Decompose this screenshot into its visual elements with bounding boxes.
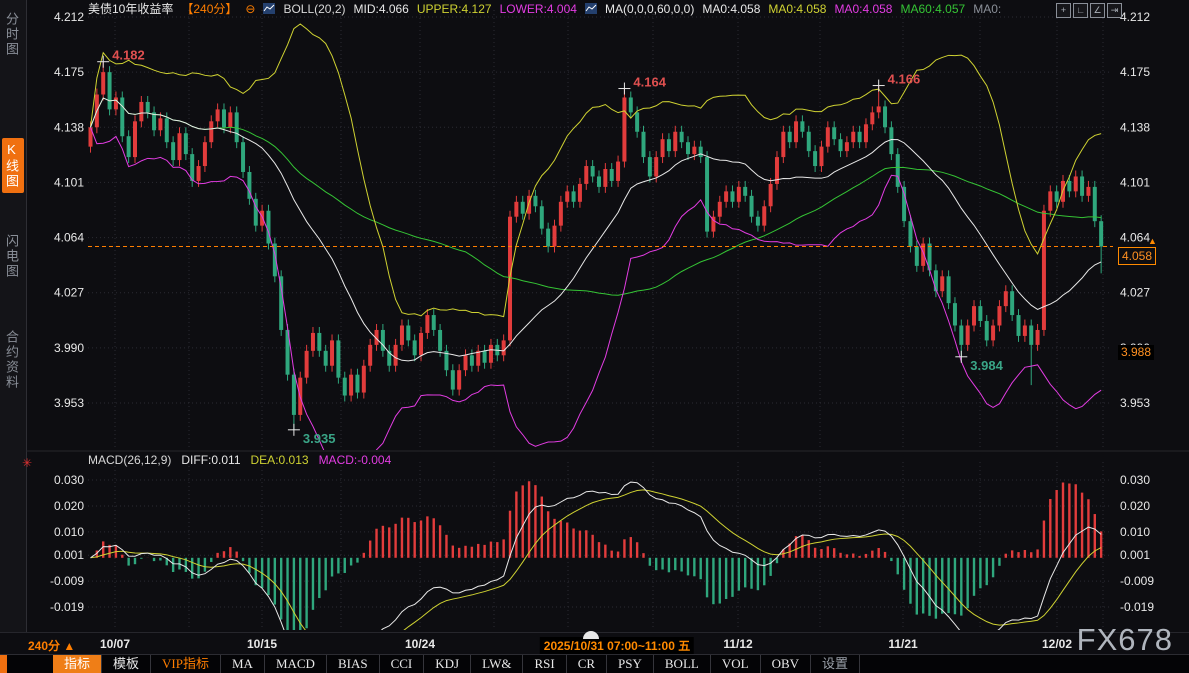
price-up-arrow-icon: ▲	[1148, 236, 1157, 246]
ma0-magenta-value: MA0:4.058	[834, 2, 892, 16]
svg-text:4.064: 4.064	[54, 231, 84, 245]
ma-indicator-icon	[585, 3, 597, 14]
svg-text:-0.019: -0.019	[1120, 600, 1154, 614]
svg-text:4.166: 4.166	[888, 72, 921, 87]
toolbar-item-2[interactable]: VIP指标	[151, 655, 221, 673]
svg-text:4.064: 4.064	[1120, 231, 1150, 245]
secondary-price-badge: 3.988	[1118, 345, 1154, 360]
svg-text:0.030: 0.030	[54, 473, 84, 487]
chart-application: 分时图K线图闪电图合约资料 4.2124.2124.1754.1754.1384…	[0, 0, 1189, 673]
toolbar-item-12[interactable]: BOLL	[654, 655, 711, 673]
detach-icon[interactable]: ⇥	[1107, 3, 1122, 18]
sidebar-tab-2[interactable]: 闪电图	[2, 230, 24, 283]
sidebar-tab-3[interactable]: 合约资料	[2, 326, 24, 394]
svg-text:3.935: 3.935	[303, 431, 336, 446]
svg-text:-0.019: -0.019	[50, 600, 84, 614]
svg-text:4.212: 4.212	[1120, 10, 1150, 24]
svg-text:4.212: 4.212	[54, 10, 84, 24]
ma0-gray-label: MA0:	[973, 2, 1001, 16]
time-label: 10/07	[100, 637, 130, 651]
svg-text:3.953: 3.953	[1120, 396, 1150, 410]
time-label: 10/24	[405, 637, 435, 651]
page-title: 美债10年收益率	[88, 0, 173, 17]
indicator-header: 美债10年收益率 【240分】 ⊖ BOLL(20,2) MID:4.066 U…	[88, 1, 1001, 16]
sidebar-tab-1[interactable]: K线图	[2, 138, 24, 193]
macd-value: MACD:-0.004	[319, 453, 392, 467]
svg-text:4.101: 4.101	[1120, 175, 1150, 189]
ma0-white-value: MA0:4.058	[702, 2, 760, 16]
time-label: 12/02	[1042, 637, 1072, 651]
timeframe-label[interactable]: 240分 ▲	[28, 637, 75, 654]
collapse-icon[interactable]: ⊖	[245, 2, 255, 16]
toolbar-item-5[interactable]: BIAS	[327, 655, 380, 673]
toolbar-item-14[interactable]: OBV	[761, 655, 811, 673]
time-label: 11/21	[888, 637, 917, 651]
toolbar-item-8[interactable]: LW&	[471, 655, 523, 673]
toolbar-item-11[interactable]: PSY	[607, 655, 654, 673]
svg-text:3.990: 3.990	[54, 341, 84, 355]
svg-text:0.020: 0.020	[54, 499, 84, 513]
toolbar-item-3[interactable]: MA	[221, 655, 265, 673]
macd-dea-value: DEA:0.013	[251, 453, 309, 467]
last-price-badge: 4.058	[1118, 247, 1156, 265]
svg-text:4.101: 4.101	[54, 175, 84, 189]
svg-text:4.027: 4.027	[54, 286, 84, 300]
toolbar-item-1[interactable]: 模板	[102, 655, 151, 673]
pan-icon[interactable]: +	[1056, 3, 1071, 18]
boll-lower-value: LOWER:4.004	[500, 2, 577, 16]
macd-marker-icon: ✳	[22, 456, 32, 470]
toolbar-corner-marker	[0, 655, 7, 673]
ma60-green-value: MA60:4.057	[900, 2, 965, 16]
svg-text:0.001: 0.001	[1120, 548, 1150, 562]
svg-text:-0.009: -0.009	[50, 574, 84, 588]
ma0-yellow-value: MA0:4.058	[768, 2, 826, 16]
time-label: 11/12	[723, 637, 752, 651]
toolbar-item-7[interactable]: KDJ	[424, 655, 471, 673]
sidebar: 分时图 K线图闪电图合约资料	[0, 0, 27, 673]
indicator-toolbar: 指标模板VIP指标MAMACDBIASCCIKDJLW&RSICRPSYBOLL…	[0, 654, 1189, 673]
boll-indicator-icon	[263, 3, 275, 14]
svg-text:0.001: 0.001	[54, 548, 84, 562]
fit-horizontal-icon[interactable]: ∠	[1090, 3, 1105, 18]
toolbar-item-4[interactable]: MACD	[265, 655, 327, 673]
svg-text:0.030: 0.030	[1120, 473, 1150, 487]
toolbar-item-6[interactable]: CCI	[380, 655, 425, 673]
boll-upper-value: UPPER:4.127	[417, 2, 492, 16]
macd-diff-value: DIFF:0.011	[181, 453, 240, 467]
toolbar-item-0[interactable]: 指标	[53, 655, 102, 673]
boll-mid-value: MID:4.066	[354, 2, 409, 16]
sidebar-tab-0[interactable]: 分时图	[2, 8, 24, 61]
svg-text:3.984: 3.984	[970, 358, 1003, 373]
time-label: 10/15	[247, 637, 277, 651]
candlestick-chart[interactable]: 4.212 4.212 4.175 4.175 4.138 4.138 4.101 4.101…	[26, 0, 1189, 632]
svg-text:4.138: 4.138	[1120, 120, 1150, 134]
svg-text:4.182: 4.182	[112, 48, 145, 63]
svg-text:4.175: 4.175	[1120, 65, 1150, 79]
svg-text:0.020: 0.020	[1120, 499, 1150, 513]
macd-header: MACD(26,12,9) DIFF:0.011 DEA:0.013 MACD:…	[88, 453, 391, 467]
time-label-highlighted: 2025/10/31 07:00~11:00 五	[540, 637, 694, 654]
chart-tool-buttons: +∟∠⇥	[1056, 3, 1122, 18]
watermark: FX678	[1077, 622, 1173, 658]
boll-name: BOLL(20,2)	[283, 2, 345, 16]
toolbar-item-9[interactable]: RSI	[523, 655, 566, 673]
svg-text:4.027: 4.027	[1120, 286, 1150, 300]
ma-name: MA(0,0,0,60,0,0)	[605, 2, 694, 16]
svg-text:4.164: 4.164	[633, 75, 666, 90]
toolbar-item-13[interactable]: VOL	[711, 655, 761, 673]
svg-text:4.175: 4.175	[54, 65, 84, 79]
toolbar-spacer	[7, 655, 53, 673]
svg-text:3.953: 3.953	[54, 396, 84, 410]
period-label: 【240分】	[181, 0, 237, 17]
toolbar-item-15[interactable]: 设置	[811, 655, 860, 673]
macd-name: MACD(26,12,9)	[88, 453, 171, 467]
svg-text:-0.009: -0.009	[1120, 574, 1154, 588]
fit-vertical-icon[interactable]: ∟	[1073, 3, 1088, 18]
svg-text:0.010: 0.010	[54, 525, 84, 539]
svg-text:0.010: 0.010	[1120, 525, 1150, 539]
toolbar-item-10[interactable]: CR	[567, 655, 607, 673]
svg-text:4.138: 4.138	[54, 120, 84, 134]
chart-area[interactable]: 4.212 4.212 4.175 4.175 4.138 4.138 4.101 4.101…	[26, 0, 1189, 637]
